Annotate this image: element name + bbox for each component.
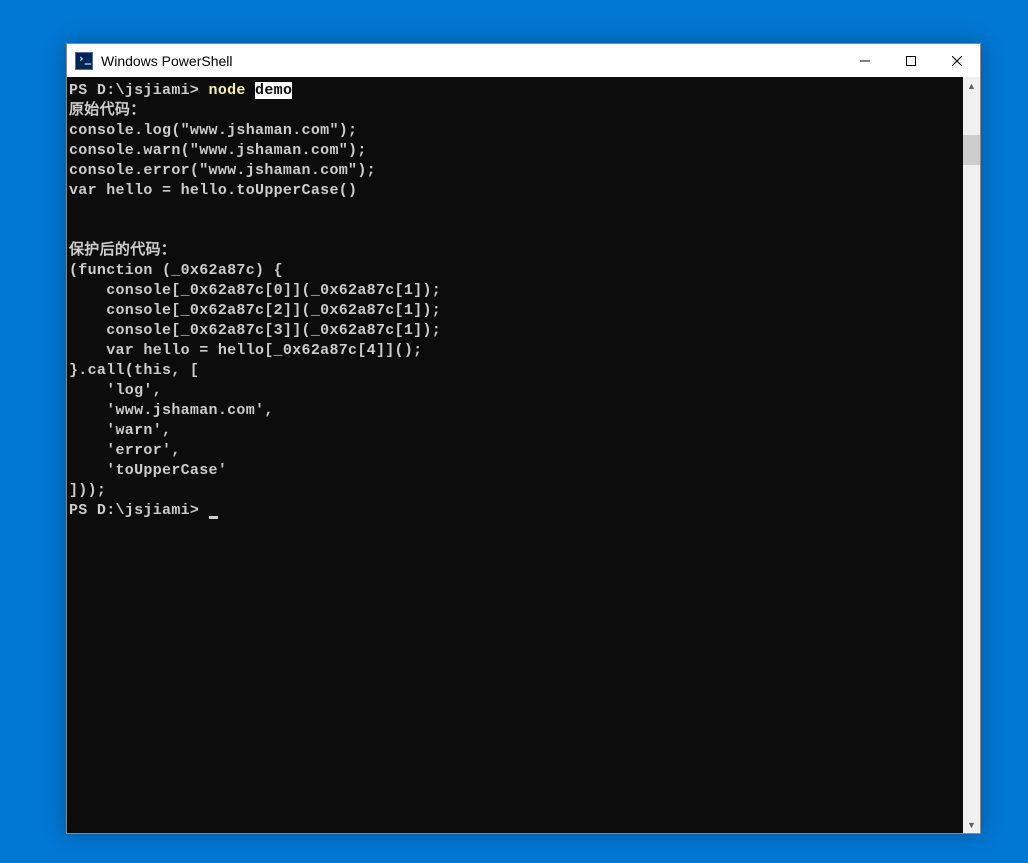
window-title: Windows PowerShell [101, 53, 842, 69]
output-line: 'www.jshaman.com', [69, 402, 274, 419]
output-line: console[_0x62a87c[2]](_0x62a87c[1]); [69, 302, 441, 319]
titlebar[interactable]: Windows PowerShell [67, 44, 980, 77]
scroll-down-arrow-icon[interactable]: ▼ [963, 816, 980, 833]
output-line: 保护后的代码： [69, 242, 176, 259]
command-node: node [209, 82, 256, 99]
output-line: 原始代码： [69, 102, 146, 119]
output-line: 'log', [69, 382, 162, 399]
scroll-thumb[interactable] [963, 135, 980, 165]
window-controls [842, 44, 980, 77]
cursor [209, 516, 218, 519]
output-line: console.log("www.jshaman.com"); [69, 122, 357, 139]
output-line: console[_0x62a87c[0]](_0x62a87c[1]); [69, 282, 441, 299]
minimize-button[interactable] [842, 44, 888, 77]
close-icon [952, 56, 962, 66]
output-line: ])); [69, 482, 106, 499]
output-line: 'toUpperCase' [69, 462, 227, 479]
prompt-line: PS D:\jsjiami> [69, 82, 209, 99]
terminal-output[interactable]: PS D:\jsjiami> node demo 原始代码： console.l… [67, 77, 963, 833]
output-line: console.warn("www.jshaman.com"); [69, 142, 367, 159]
output-line: var hello = hello.toUpperCase() [69, 182, 357, 199]
maximize-button[interactable] [888, 44, 934, 77]
prompt-line: PS D:\jsjiami> [69, 502, 209, 519]
terminal-area: PS D:\jsjiami> node demo 原始代码： console.l… [67, 77, 980, 833]
scroll-up-arrow-icon[interactable]: ▲ [963, 77, 980, 94]
minimize-icon [860, 56, 870, 66]
output-line: console.error("www.jshaman.com"); [69, 162, 376, 179]
output-line: console[_0x62a87c[3]](_0x62a87c[1]); [69, 322, 441, 339]
output-line: var hello = hello[_0x62a87c[4]](); [69, 342, 422, 359]
powershell-icon [75, 52, 93, 70]
output-line: 'error', [69, 442, 181, 459]
powershell-window: Windows PowerShell PS D:\jsjiami> node d… [66, 43, 981, 834]
scrollbar[interactable]: ▲ ▼ [963, 77, 980, 833]
output-line: }.call(this, [ [69, 362, 199, 379]
command-arg-selected: demo [255, 82, 292, 99]
maximize-icon [906, 56, 916, 66]
output-line: 'warn', [69, 422, 171, 439]
output-line: (function (_0x62a87c) { [69, 262, 283, 279]
close-button[interactable] [934, 44, 980, 77]
